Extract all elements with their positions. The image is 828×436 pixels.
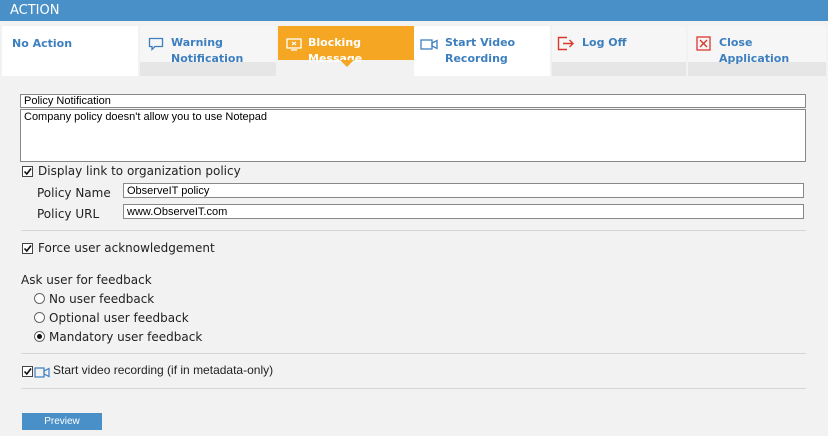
mandatory-feedback-label: Mandatory user feedback [49,330,203,344]
checkmark-icon [23,168,32,176]
video-camera-icon [34,364,50,383]
tab-warning-notification[interactable]: Warning Notification [140,26,276,76]
optional-feedback-label: Optional user feedback [49,311,189,325]
mandatory-feedback-radio[interactable] [34,331,45,342]
divider [21,353,806,354]
action-header: ACTION [0,0,828,21]
tab-label: Close Application [719,36,790,65]
message-title-input[interactable] [20,94,806,108]
chat-bubble-icon [148,36,164,55]
tab-label-line1: Warning [171,36,223,49]
checkmark-icon [23,368,32,376]
divider [21,230,806,231]
video-recording-label: Start video recording (if in metadata-on… [53,363,274,377]
divider [21,388,806,389]
tab-label: Log Off [582,36,627,49]
no-feedback-radio[interactable] [34,293,45,304]
display-link-label: Display link to organization policy [38,164,241,178]
tab-band [552,62,686,76]
display-link-checkbox[interactable] [22,166,33,177]
policy-name-label: Policy Name [37,186,111,200]
force-ack-checkbox[interactable] [22,243,33,254]
preview-button[interactable]: Preview [22,413,102,430]
force-ack-label: Force user acknowledgement [38,241,215,255]
tab-no-action[interactable]: No Action [2,26,138,76]
policy-url-input[interactable] [123,204,804,219]
blocking-message-form: Company policy doesn't allow you to use … [2,76,826,436]
logoff-icon [557,36,575,55]
active-tab-caret [340,60,354,67]
checkmark-icon [23,245,32,253]
tab-label-line2: Recording [445,52,508,65]
no-feedback-label: No user feedback [49,292,155,306]
optional-feedback-radio[interactable] [34,312,45,323]
policy-name-input[interactable] [123,183,804,198]
tab-label-line2: Notification [171,52,244,65]
tab-start-video-recording[interactable]: Start Video Recording [414,26,550,76]
message-body-textarea[interactable]: Company policy doesn't allow you to use … [20,109,806,162]
tab-label-line1: Start Video [445,36,516,49]
policy-url-label: Policy URL [37,207,100,221]
feedback-heading: Ask user for feedback [21,273,152,287]
tab-label: Blocking Message [308,36,363,65]
header-title: ACTION [10,3,60,18]
action-tabs: No Action Warning Notification Blocking … [2,26,826,76]
video-camera-icon [420,36,438,55]
monitor-icon [286,36,302,55]
tab-log-off[interactable]: Log Off [552,26,686,76]
tab-label: No Action [12,37,73,50]
tab-close-application[interactable]: Close Application [688,26,826,76]
close-box-icon [696,36,711,55]
tab-blocking-message[interactable]: Blocking Message [278,26,414,67]
video-recording-checkbox[interactable] [22,366,33,377]
